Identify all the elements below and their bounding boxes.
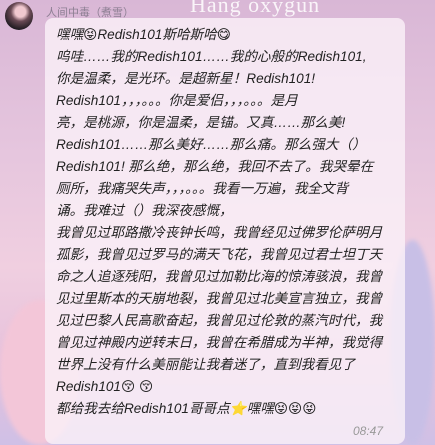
message-line: 厕所，我痛哭失声，，，。。。我看一万遍，我全文背 [56,181,349,196]
message-line: 我曾见过耶路撒冷丧钟长鸣，我曾经见过佛罗伦萨明月 [56,225,383,240]
message-line: Redish101，，，。。。你是爱侣，，，。。。是月 [56,93,298,108]
wallpaper-text: Hang oxygun [190,0,321,17]
avatar[interactable] [5,2,33,30]
message-line: 呜哇……我的Redish101……我的心般的Redish101, [56,49,367,64]
message-line: 都给我去给Redish101哥哥点⭐嘿嘿😝😝😝 [56,401,317,416]
message-line: 世界上没有什么美丽能让我着迷了，直到我看见了 [56,357,356,372]
message-line: 见过巴黎人民高歌奋起，我曾见过伦敦的蒸汽时代，我 [56,313,383,328]
message-line: 诵。我难过（）我深夜感慨， [56,203,233,218]
message-time: 08:47 [352,424,383,438]
message-line: 曾见过神殿内逆转末日，我曾在希腊成为半神，我觉得 [56,335,383,350]
message-line: 嘿嘿😝Redish101斯哈斯哈😋 [56,27,231,42]
message-text: 嘿嘿😝Redish101斯哈斯哈😋 呜哇……我的Redish101……我的心般的R… [56,24,394,420]
message-line: Redish101! 那么绝，那么绝，我回不去了。我哭晕在 [56,159,374,174]
message-line: 亮，是桃源，你是温柔，是锚。又真……那么美! [56,115,346,130]
message-line: 孤影，我曾见过罗马的满天飞花，我曾见过君士坦丁天 [56,247,383,262]
message-line: Redish101……那么美好……那么痛。那么强大（） [56,137,366,152]
message-line: Redish101😚 😚 [56,379,154,394]
message-line: 见过里斯本的天崩地裂，我曾见过北美宣言独立，我曾 [56,291,383,306]
message-bubble[interactable]: 嘿嘿😝Redish101斯哈斯哈😋 呜哇……我的Redish101……我的心般的R… [45,18,405,444]
message-line: 你是温柔，是光环。是超新星！Redish101! [56,71,316,86]
message-line: 命之人追逐残阳，我曾见过加勒比海的惊涛骇浪，我曾 [56,269,383,284]
